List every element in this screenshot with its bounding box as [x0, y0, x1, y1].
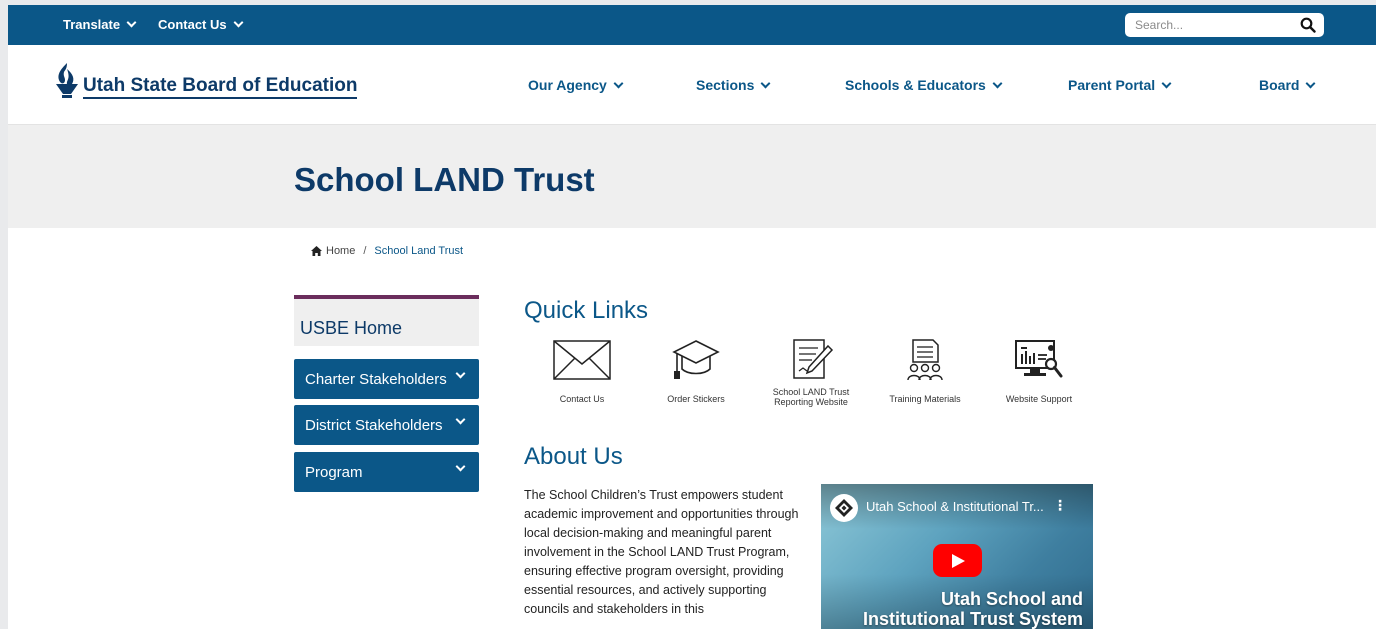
sidebar-item-charter-stakeholders[interactable]: Charter Stakeholders: [294, 359, 479, 399]
page-title-band: School LAND Trust: [8, 125, 1376, 228]
monitor-support-icon: [1015, 340, 1063, 378]
chevron-down-icon: [455, 461, 466, 472]
nav-label: Parent Portal: [1068, 77, 1156, 93]
chevron-down-icon: [233, 17, 244, 28]
quick-link-website-support[interactable]: Website Support: [984, 338, 1094, 404]
breadcrumb-home[interactable]: Home: [326, 245, 355, 257]
torch-logo-icon: [56, 63, 78, 98]
nav-parent-portal[interactable]: Parent Portal: [1068, 77, 1172, 93]
nav-label: Sections: [696, 77, 755, 93]
youtube-video-embed[interactable]: Utah School & Institutional Tr... ⋮ Utah…: [821, 484, 1093, 629]
chevron-down-icon: [760, 78, 771, 88]
people-document-icon: [907, 339, 943, 381]
sidebar-item-program[interactable]: Program: [294, 452, 479, 492]
quick-link-training-materials[interactable]: Training Materials: [870, 338, 980, 404]
about-us-text: The School Children’s Trust empowers stu…: [524, 488, 799, 616]
quick-links-heading: Quick Links: [524, 297, 649, 324]
quick-link-order-stickers[interactable]: Order Stickers: [641, 338, 751, 404]
chevron-down-icon: [455, 414, 466, 425]
nav-board[interactable]: Board: [1259, 77, 1316, 93]
chevron-down-icon: [126, 17, 137, 28]
chevron-down-icon: [992, 78, 1003, 88]
chevron-down-icon: [613, 78, 624, 88]
quick-link-reporting-website[interactable]: School LAND Trust Reporting Website: [756, 338, 866, 407]
quick-link-label: Contact Us: [559, 394, 605, 404]
quick-link-label: Website Support: [1005, 394, 1073, 404]
nav-schools-educators[interactable]: Schools & Educators: [845, 77, 1003, 93]
home-icon: [311, 246, 322, 256]
video-title[interactable]: Utah School & Institutional Tr...: [866, 499, 1044, 514]
sidebar-item-label: Charter Stakeholders: [305, 371, 447, 388]
video-overlay-line2: Institutional Trust System: [862, 609, 1083, 629]
video-overlay-line1: Utah School and: [940, 589, 1083, 609]
translate-label: Translate: [63, 17, 121, 32]
more-options-icon[interactable]: ⋮: [1053, 497, 1067, 514]
sidebar-item-label: District Stakeholders: [305, 417, 443, 434]
contact-us-label: Contact Us: [158, 17, 227, 32]
breadcrumb-separator: /: [363, 245, 367, 257]
chevron-down-icon: [1161, 78, 1172, 88]
envelope-icon: [553, 340, 611, 380]
graduation-cap-icon: [672, 340, 720, 379]
nav-label: Schools & Educators: [845, 77, 986, 93]
search-box: [1125, 13, 1324, 37]
about-us-heading: About Us: [524, 443, 623, 470]
sidebar-home-label: USBE Home: [300, 318, 403, 338]
logo-text: Utah State Board of Education: [83, 75, 358, 99]
sidebar-item-label: Program: [305, 464, 363, 481]
chevron-down-icon: [1306, 78, 1316, 88]
channel-avatar[interactable]: [830, 494, 858, 522]
play-button[interactable]: [933, 544, 982, 577]
channel-logo-icon: [835, 499, 853, 517]
nav-label: Board: [1259, 77, 1300, 93]
utility-bar: Translate Contact Us: [8, 5, 1376, 45]
sidebar-item-district-stakeholders[interactable]: District Stakeholders: [294, 405, 479, 445]
breadcrumb: Home / School Land Trust: [311, 245, 463, 257]
page-title: School LAND Trust: [294, 161, 595, 198]
contact-us-menu[interactable]: Contact Us: [158, 17, 244, 32]
quick-link-contact-us[interactable]: Contact Us: [527, 338, 637, 404]
quick-link-label: Training Materials: [889, 394, 961, 404]
translate-menu[interactable]: Translate: [63, 17, 137, 32]
sidebar-home[interactable]: USBE Home: [294, 295, 479, 346]
usbe-logo[interactable]: Utah State Board of Education: [53, 61, 358, 99]
page: Translate Contact Us Utah State Board of…: [8, 5, 1376, 629]
chevron-down-icon: [455, 368, 466, 379]
quick-link-label: Order Stickers: [667, 394, 725, 404]
search-input[interactable]: [1125, 18, 1295, 32]
breadcrumb-current[interactable]: School Land Trust: [374, 245, 463, 257]
search-icon[interactable]: [1300, 17, 1316, 33]
nav-sections[interactable]: Sections: [696, 77, 771, 93]
document-pencil-icon: [793, 339, 834, 379]
quick-link-label: School LAND Trust Reporting Website: [772, 387, 850, 407]
video-overlay-caption: Utah School and Institutional Trust Syst…: [863, 589, 1083, 629]
nav-our-agency[interactable]: Our Agency: [528, 77, 624, 93]
main-nav: Utah State Board of Education Our Agency…: [8, 45, 1376, 125]
nav-label: Our Agency: [528, 77, 607, 93]
